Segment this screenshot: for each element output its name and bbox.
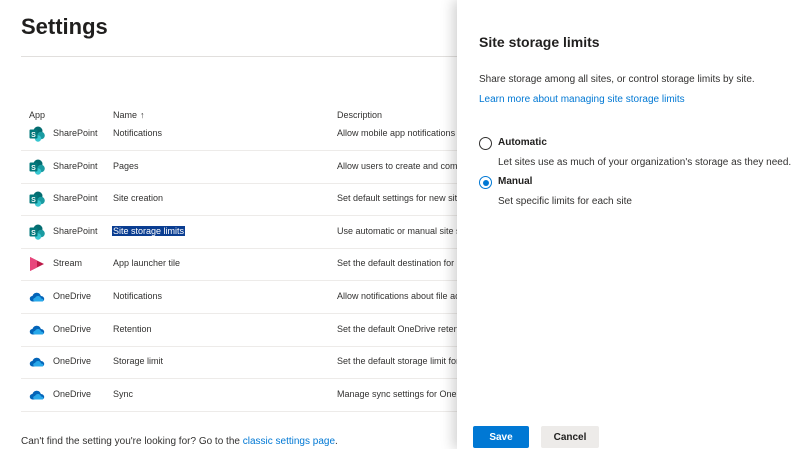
table-row[interactable]: OneDrive Notifications Allow notifications… xyxy=(21,281,461,314)
table-row[interactable]: OneDrive Sync Manage sync settings for One… xyxy=(21,379,461,412)
row-setting-name[interactable]: Site storage limits xyxy=(112,225,186,236)
table-row[interactable]: S SharePoint Site creation Set default sett… xyxy=(21,183,461,217)
onedrive-icon xyxy=(29,322,45,338)
row-app-name: SharePoint xyxy=(53,193,98,204)
manual-label[interactable]: Manual xyxy=(498,176,532,187)
manual-radio[interactable] xyxy=(479,176,492,189)
row-setting-name[interactable]: Notifications xyxy=(113,291,162,301)
sharepoint-icon: S xyxy=(29,191,45,207)
sharepoint-icon: S xyxy=(29,224,45,240)
table-row[interactable]: S SharePoint Site storage limits Use automa… xyxy=(21,216,461,249)
table-row[interactable]: OneDrive Storage limit Set the default sto… xyxy=(21,346,461,380)
row-description: Set default settings for new sites xyxy=(337,193,457,204)
svg-text:S: S xyxy=(31,197,36,204)
stream-icon xyxy=(29,256,45,272)
onedrive-icon xyxy=(29,387,45,403)
sharepoint-icon: S xyxy=(29,126,45,142)
manual-description: Set specific limits for each site xyxy=(498,196,632,207)
row-app-name: OneDrive xyxy=(53,323,92,334)
cancel-button[interactable]: Cancel xyxy=(541,426,599,448)
row-setting-name[interactable]: Notifications xyxy=(113,128,162,138)
footer-text: Can't find the setting you're looking fo… xyxy=(21,436,243,447)
row-description: Use automatic or manual site sto xyxy=(337,225,457,236)
onedrive-icon xyxy=(29,289,45,305)
row-app-name: SharePoint xyxy=(53,225,98,236)
row-app-name: SharePoint xyxy=(53,128,98,138)
page-title: Settings xyxy=(21,14,108,39)
table-row[interactable]: Stream App launcher tile Set the default d… xyxy=(21,248,461,282)
classic-settings-link[interactable]: classic settings page xyxy=(243,436,335,447)
automatic-description: Let sites use as much of your organizati… xyxy=(498,157,792,168)
table-row[interactable]: OneDrive Retention Set the default OneDriv… xyxy=(21,314,461,347)
footer-message: Can't find the setting you're looking fo… xyxy=(21,436,338,447)
row-description: Set the default storage limit for u xyxy=(337,356,457,367)
row-app-name: SharePoint xyxy=(53,160,98,171)
save-button[interactable]: Save xyxy=(473,426,529,448)
automatic-radio[interactable] xyxy=(479,137,492,150)
table-row[interactable]: S SharePoint Notifications Allow mobile app… xyxy=(21,118,461,151)
row-description: Set the default destination for St xyxy=(337,258,457,269)
svg-text:S: S xyxy=(31,165,36,172)
panel-description: Share storage among all sites, or contro… xyxy=(479,74,755,85)
row-description: Allow mobile app notifications al xyxy=(337,128,457,138)
row-setting-name[interactable]: App launcher tile xyxy=(113,258,180,268)
row-app-name: OneDrive xyxy=(53,356,92,367)
onedrive-icon xyxy=(29,354,45,370)
footer-period: . xyxy=(335,436,338,447)
svg-text:S: S xyxy=(31,230,36,237)
sharepoint-icon: S xyxy=(29,159,45,175)
row-description: Set the default OneDrive retentic xyxy=(337,323,457,334)
title-divider xyxy=(21,56,457,57)
panel-title: Site storage limits xyxy=(479,34,600,50)
site-storage-limits-panel: Site storage limits Share storage among … xyxy=(457,0,800,449)
row-setting-name[interactable]: Retention xyxy=(113,324,152,334)
row-description: Manage sync settings for OneDri xyxy=(337,388,457,399)
row-setting-name[interactable]: Pages xyxy=(113,161,139,171)
row-description: Allow users to create and comm xyxy=(337,160,457,171)
row-setting-name[interactable]: Sync xyxy=(113,389,133,399)
row-description: Allow notifications about file acti xyxy=(337,291,457,301)
svg-text:S: S xyxy=(31,132,36,139)
row-app-name: OneDrive xyxy=(53,291,92,301)
row-app-name: OneDrive xyxy=(53,388,92,399)
row-app-name: Stream xyxy=(53,258,83,269)
learn-more-link[interactable]: Learn more about managing site storage l… xyxy=(479,94,685,105)
row-setting-name[interactable]: Storage limit xyxy=(113,356,163,366)
automatic-label[interactable]: Automatic xyxy=(498,137,547,148)
table-row[interactable]: S SharePoint Pages Allow users to create an… xyxy=(21,151,461,184)
row-setting-name[interactable]: Site creation xyxy=(113,193,163,203)
